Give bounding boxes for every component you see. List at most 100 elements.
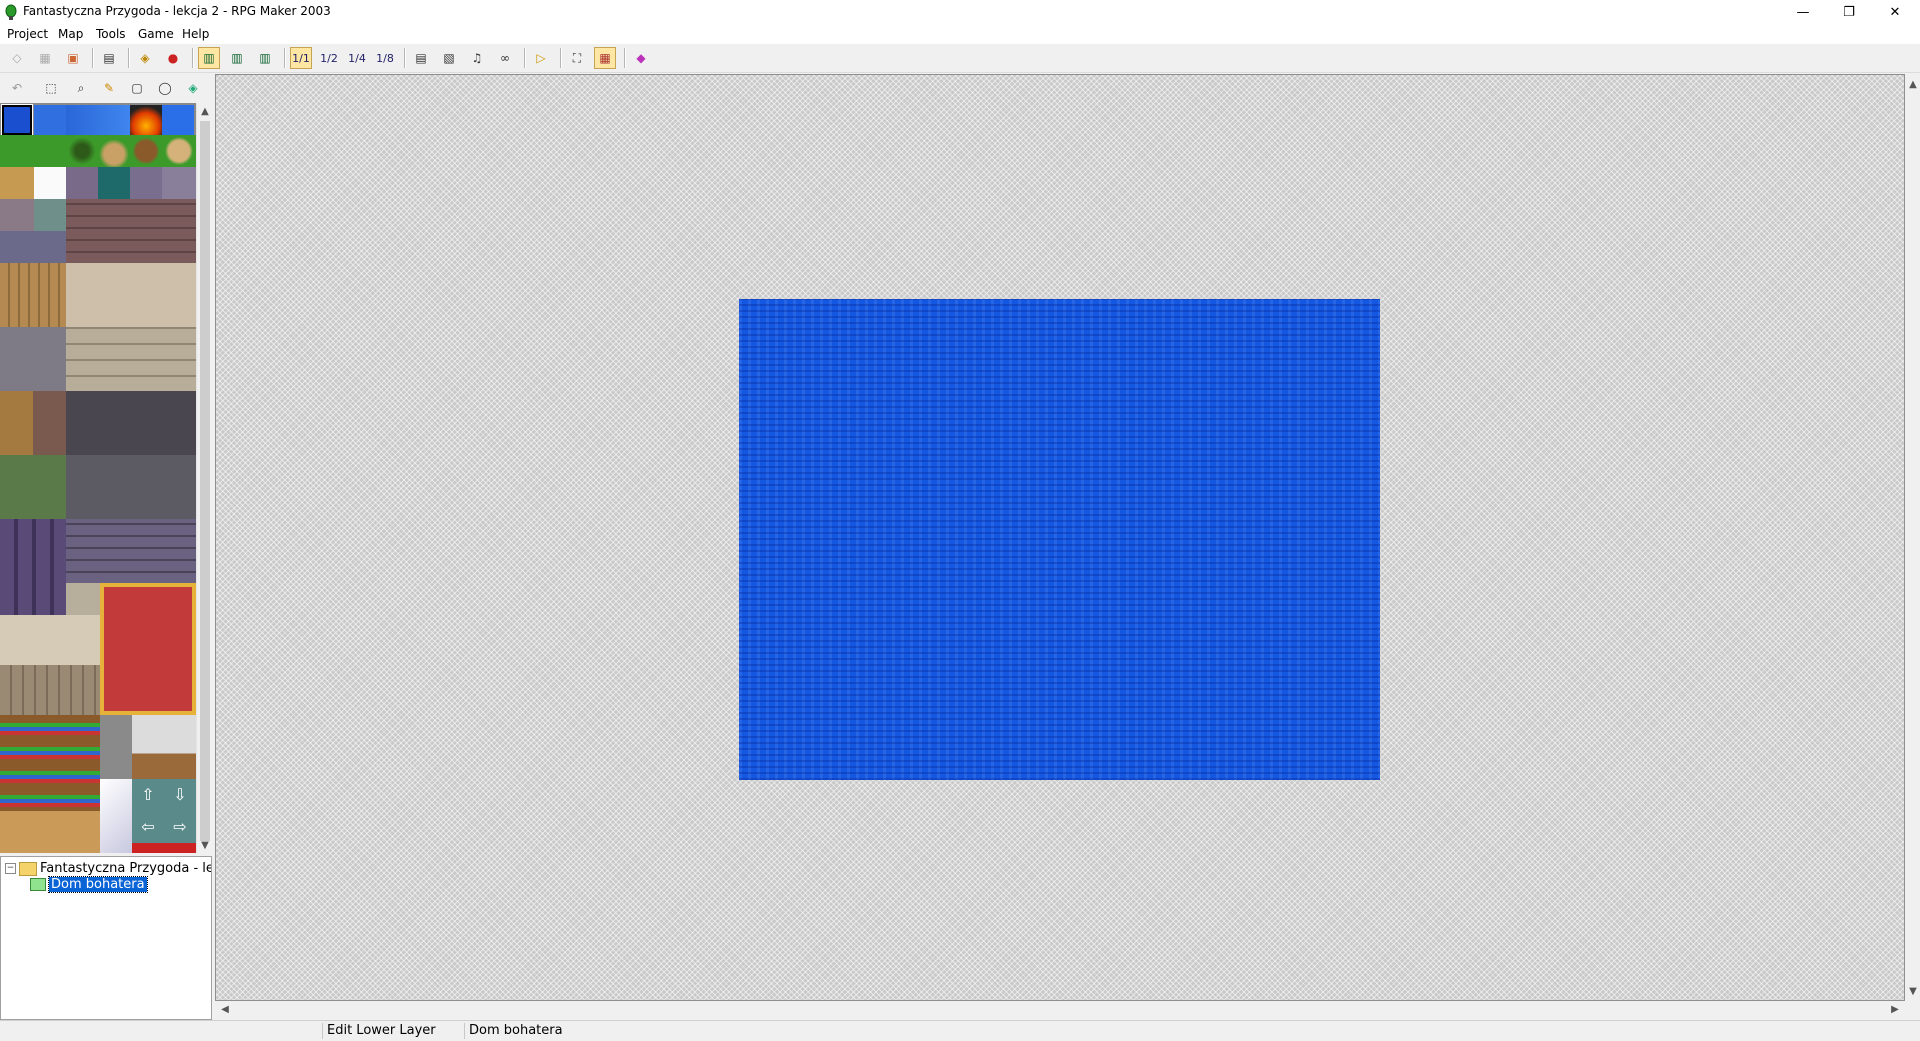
arrow-up-tile-icon[interactable]: ⇧ [132,779,164,811]
zoom-1-8-icon[interactable]: 1/8 [374,47,396,69]
tile-fire[interactable] [130,105,162,135]
map-editor[interactable] [215,74,1905,1001]
collapse-icon[interactable]: − [5,863,16,874]
tile-snow[interactable] [34,167,66,199]
map-scroll-right-icon[interactable]: ▶ [1887,1001,1903,1017]
tree-root[interactable]: − Fantastyczna Przygoda - le [5,861,211,876]
tile-purple-stone[interactable] [0,231,66,263]
undo-icon[interactable]: ↶ [6,77,28,99]
select-icon[interactable]: ⬚ [40,77,62,99]
scroll-down-icon[interactable]: ▼ [197,837,213,853]
tile-glass[interactable] [100,779,132,853]
map-scroll-left-icon[interactable]: ◀ [217,1001,233,1017]
minimize-button[interactable]: — [1780,0,1826,24]
tile-brick-wall[interactable] [66,199,196,263]
tile-stump[interactable] [130,135,162,167]
palette-scroll-thumb[interactable] [200,121,210,841]
save-icon[interactable]: ▤ [98,47,120,69]
zoom-1-4-icon[interactable]: 1/4 [346,47,368,69]
tile-mat[interactable] [0,811,100,853]
tile-grass[interactable] [0,135,66,167]
rpg-maker-icon [5,4,17,20]
menu-game[interactable]: Game [138,27,174,41]
arrow-left-tile-icon[interactable]: ⇦ [132,811,164,843]
material-icon[interactable]: ▧ [438,47,460,69]
lower-layer-icon[interactable]: ▥ [198,47,220,69]
open-project-icon[interactable]: ▦ [34,47,56,69]
tile-bookshelf[interactable] [0,715,100,811]
tile-mossy[interactable] [34,199,66,231]
tile-water-animated[interactable] [66,105,130,135]
new-project-icon[interactable]: ◇ [6,47,28,69]
tile-bush[interactable] [66,135,98,167]
zoom-1-2-icon[interactable]: 1/2 [318,47,340,69]
tile-rock[interactable] [66,167,98,199]
restore-button[interactable]: ❐ [1826,0,1872,24]
tile-whirlpool[interactable] [162,105,194,135]
tile-mound[interactable] [98,135,130,167]
tile-gravel[interactable] [0,327,66,391]
toolbar-separator [404,48,406,68]
close-button[interactable]: ✕ [1872,0,1918,24]
music-icon[interactable]: ♫ [466,47,488,69]
arrow-right-tile-icon[interactable]: ⇨ [164,811,196,843]
map-horizontal-scrollbar[interactable]: ◀ ▶ [215,1001,1905,1016]
zoom-icon[interactable]: ⌕ [70,77,92,99]
tile-purple-brick[interactable] [66,519,196,583]
rectangle-icon[interactable]: ▢ [126,77,148,99]
tile-stone-floor[interactable] [66,327,196,391]
help-book-icon[interactable]: ◆ [630,47,652,69]
tile-block[interactable] [130,167,162,199]
tile-pillar[interactable] [0,519,66,615]
circle-icon[interactable]: ◯ [154,77,176,99]
tile-teal-floor[interactable] [98,167,130,199]
import-icon[interactable]: ◈ [134,47,156,69]
tile-plaster[interactable] [66,263,196,327]
fill-icon[interactable]: ◈ [182,77,204,99]
tile-water[interactable] [34,105,66,135]
tile-counter[interactable] [132,715,196,779]
tile-sand-circle[interactable] [162,135,196,167]
fullscreen-icon[interactable]: ⛶ [566,47,588,69]
tile-boulder[interactable] [66,455,196,519]
toolbar-separator [192,48,194,68]
tree-map-label[interactable]: Dom bohatera [48,876,148,893]
zoom-1-1-icon[interactable]: 1/1 [290,47,312,69]
tile-stone-small[interactable] [162,167,196,199]
tile-dark-rock[interactable] [66,391,196,455]
map-canvas[interactable] [739,299,1380,780]
tile-dirt[interactable] [0,391,66,455]
tile-palette[interactable]: ⇧ ⇩ ⇦ ⇨ [0,103,196,853]
show-title-icon[interactable]: ▦ [594,47,616,69]
tile-red-carpet[interactable] [100,583,196,715]
tile-pedestal[interactable] [66,583,100,615]
map-scroll-up-icon[interactable]: ▲ [1905,76,1920,92]
tile-stairs[interactable] [0,615,100,665]
arrow-down-tile-icon[interactable]: ⇩ [164,779,196,811]
menu-project[interactable]: Project [7,27,48,41]
tile-sand[interactable] [0,167,34,199]
tree-map-item[interactable]: Dom bohatera [27,876,148,893]
play-icon[interactable]: ▷ [530,47,552,69]
tile-grate-wall[interactable] [0,665,100,715]
palette-scrollbar[interactable]: ▲ ▼ [196,103,213,853]
database-icon[interactable]: ▤ [410,47,432,69]
upper-layer-icon[interactable]: ▥ [226,47,248,69]
pencil-icon[interactable]: ✎ [98,77,120,99]
tile-stove[interactable] [100,715,132,779]
tile-red-edge[interactable] [132,843,196,853]
menu-help[interactable]: Help [182,27,209,41]
tile-moss-stone[interactable] [0,455,66,519]
menu-tools[interactable]: Tools [96,27,126,41]
tile-wood-floor[interactable] [0,263,66,327]
scroll-up-icon[interactable]: ▲ [197,103,213,119]
map-vertical-scrollbar[interactable]: ▲ ▼ [1905,74,1920,1001]
tile-water-selected[interactable] [1,104,33,136]
map-scroll-down-icon[interactable]: ▼ [1905,983,1920,999]
close-project-icon[interactable]: ▣ [62,47,84,69]
menu-map[interactable]: Map [58,27,83,41]
event-layer-icon[interactable]: ▥ [254,47,276,69]
search-icon[interactable]: ∞ [494,47,516,69]
tile-cobble[interactable] [0,199,34,231]
export-icon[interactable]: ● [162,47,184,69]
